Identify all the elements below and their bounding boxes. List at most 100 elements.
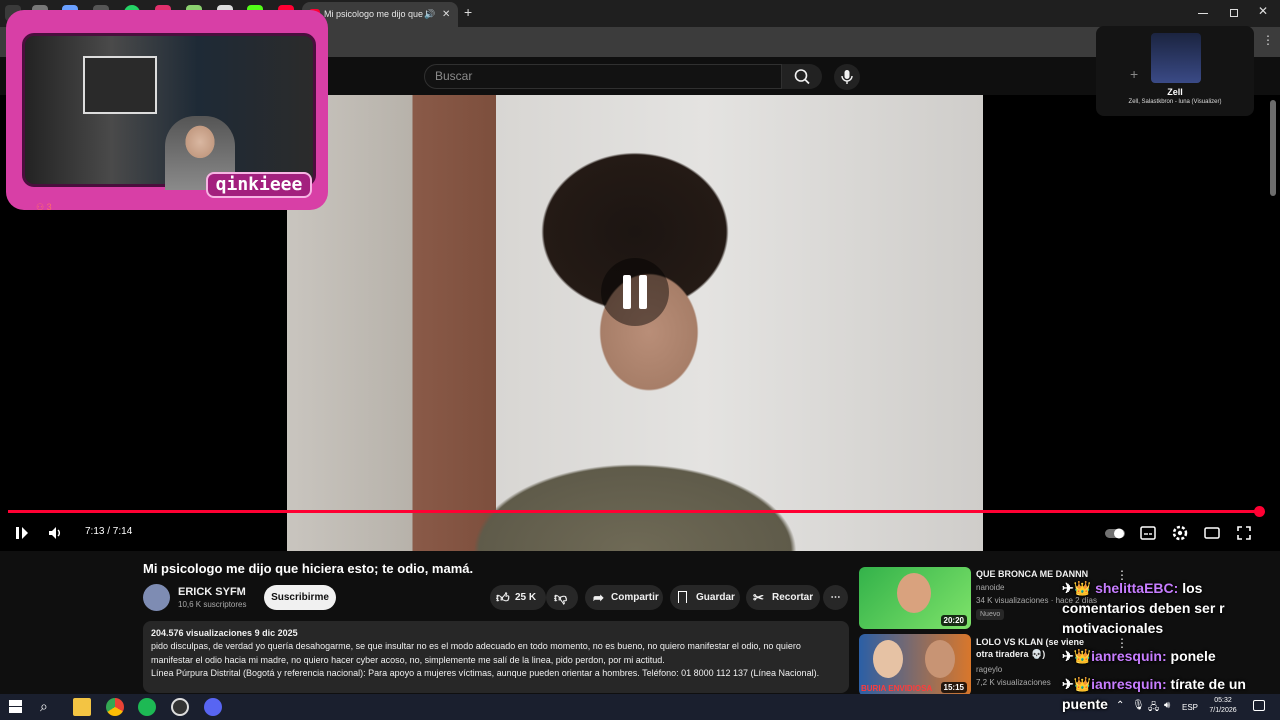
progress-bar[interactable]	[8, 510, 1260, 513]
spotify-icon[interactable]	[138, 698, 156, 716]
description-meta: 204.576 visualizaciones 9 dic 2025	[151, 628, 298, 638]
new-tab-plus-icon[interactable]: +	[464, 4, 472, 20]
plus-icon[interactable]: +	[1130, 66, 1138, 82]
subscriber-count: 10,6 K suscriptores	[178, 600, 247, 609]
webcam-feed	[22, 33, 316, 190]
time-display: 7:13 / 7:14	[85, 526, 133, 537]
video-description[interactable]: 204.576 visualizaciones 9 dic 2025 pido …	[143, 621, 849, 693]
suggestion-meta: 7,2 K visualizaciones	[976, 678, 1051, 687]
discord-icon[interactable]	[204, 698, 222, 716]
people-icon: ⚇	[36, 202, 47, 212]
subtitles-button[interactable]	[1139, 524, 1157, 542]
suggestion-channel[interactable]: rageylo	[976, 665, 1002, 674]
share-button[interactable]: ➦ Compartir	[585, 585, 663, 610]
close-tab-icon[interactable]: ✕	[442, 2, 450, 27]
chat-username: shelittaEBC:	[1095, 580, 1179, 596]
thumbnail-face	[873, 640, 903, 678]
chat-username: ianresquin:	[1091, 676, 1167, 692]
description-line: Línea Púrpura Distrital (Bogotá y refere…	[151, 668, 820, 679]
clip-button[interactable]: ✂ Recortar	[746, 585, 820, 610]
search-button[interactable]	[782, 64, 822, 89]
taskbar-search-icon[interactable]: ⌕	[40, 698, 48, 715]
search-input[interactable]: Buscar	[424, 64, 782, 89]
new-badge: Nuevo	[976, 609, 1005, 620]
like-button[interactable]: 👍︎ 25 K	[490, 585, 546, 610]
suggestion-channel[interactable]: nanoide	[976, 583, 1004, 592]
pause-icon	[16, 527, 28, 539]
tab-title: Mi psicologo me dijo que h	[324, 9, 431, 19]
file-explorer-icon[interactable]	[73, 698, 91, 716]
suggestion-thumbnail[interactable]: BURIA ENVIDIOSA 15:15	[859, 634, 971, 696]
fullscreen-button[interactable]	[1235, 524, 1253, 542]
volume-button[interactable]	[46, 524, 64, 542]
suggestion-thumbnail[interactable]: 20:20	[859, 567, 971, 629]
chat-username: ianresquin:	[1091, 648, 1167, 664]
thumbnail-face	[897, 573, 931, 613]
autoplay-toggle[interactable]	[1104, 524, 1126, 542]
save-button[interactable]: Guardar	[670, 585, 740, 610]
theater-icon	[1204, 527, 1220, 539]
chat-badge-icon: ✈👑	[1062, 580, 1096, 596]
chat-message: comentarios deben ser r	[1062, 598, 1225, 618]
voice-search-button[interactable]	[834, 64, 860, 90]
chat-text: tírate de un	[1170, 676, 1246, 692]
video-duration: 15:15	[940, 682, 967, 693]
channel-name[interactable]: ERICK SYFM	[178, 586, 246, 598]
save-label: Guardar	[696, 592, 735, 603]
more-dots-icon: ⋯	[830, 592, 841, 603]
volume-tray-icon[interactable]: 🔊︎	[1164, 700, 1170, 711]
share-label: Compartir	[611, 592, 659, 603]
dislike-button[interactable]: 👎︎	[546, 585, 578, 610]
chat-message: puente	[1062, 694, 1108, 714]
video-title: Mi psicologo me dijo que hiciera esto; t…	[143, 561, 474, 576]
restore-icon[interactable]	[1230, 9, 1238, 17]
chat-text: puente	[1062, 696, 1108, 712]
chat-text: comentarios deben ser r	[1062, 600, 1225, 616]
share-icon: ➦	[593, 590, 604, 605]
theater-mode-button[interactable]	[1203, 524, 1221, 542]
description-line: manifestar el odio hacia mi madre, no qu…	[151, 654, 665, 665]
microphone-tray-icon[interactable]: 🎙︎	[1132, 700, 1145, 711]
chat-message: ✈👑 shelittaEBC: los	[1062, 578, 1202, 598]
subscribe-button[interactable]: Suscribirme	[264, 585, 336, 610]
clip-label: Recortar	[772, 592, 814, 603]
thumbnail-face	[925, 640, 955, 678]
album-art	[1151, 33, 1201, 83]
more-actions-button[interactable]: ⋯	[823, 585, 848, 610]
now-playing-subtitle: Zell, Salastkbron - luna (Visualizer)	[1128, 99, 1222, 105]
description-line: pido disculpas, de verdad yo quería desa…	[151, 641, 801, 652]
gear-icon	[1172, 525, 1188, 541]
video-duration: 20:20	[940, 615, 967, 626]
notifications-icon[interactable]	[1253, 700, 1265, 711]
audio-playing-icon[interactable]: 🔊	[424, 2, 435, 27]
viewer-count-value: 3	[46, 202, 52, 212]
streamer-name-tag: qinkieee	[206, 172, 312, 198]
chat-message: motivacionales	[1062, 618, 1163, 638]
page-scrollbar[interactable]	[1270, 100, 1276, 196]
minimize-icon[interactable]	[1198, 13, 1208, 14]
channel-avatar[interactable]	[143, 584, 170, 611]
scissors-icon: ✂	[753, 590, 764, 605]
menu-dots-icon[interactable]: ⋮	[1262, 33, 1274, 47]
language-indicator[interactable]: ESP	[1182, 703, 1198, 712]
now-playing-title: Zell	[1167, 87, 1183, 97]
chat-text: motivacionales	[1062, 620, 1164, 636]
bookmark-icon	[678, 591, 687, 603]
progress-scrubber-handle[interactable]	[1254, 506, 1265, 517]
close-icon[interactable]: ✕	[1258, 4, 1268, 18]
network-icon[interactable]: 🖧	[1148, 700, 1159, 717]
tray-chevron-icon[interactable]: ⌃	[1116, 700, 1124, 711]
settings-button[interactable]	[1171, 524, 1189, 542]
center-pause-button[interactable]	[601, 258, 669, 326]
search-icon	[794, 69, 810, 85]
fullscreen-icon	[1237, 526, 1251, 540]
like-count: 25 K	[515, 592, 537, 603]
obs-icon[interactable]	[171, 698, 189, 716]
windows-start-icon[interactable]	[9, 700, 22, 713]
subtitles-icon	[1140, 526, 1156, 540]
chrome-icon[interactable]	[106, 698, 124, 716]
play-pause-button[interactable]	[12, 524, 30, 542]
chat-message: ✈👑ianresquin: tírate de un	[1062, 674, 1246, 694]
clock-time: 05:32	[1214, 697, 1232, 704]
taskbar-clock[interactable]: 05:32 7/1/2026	[1204, 696, 1242, 716]
